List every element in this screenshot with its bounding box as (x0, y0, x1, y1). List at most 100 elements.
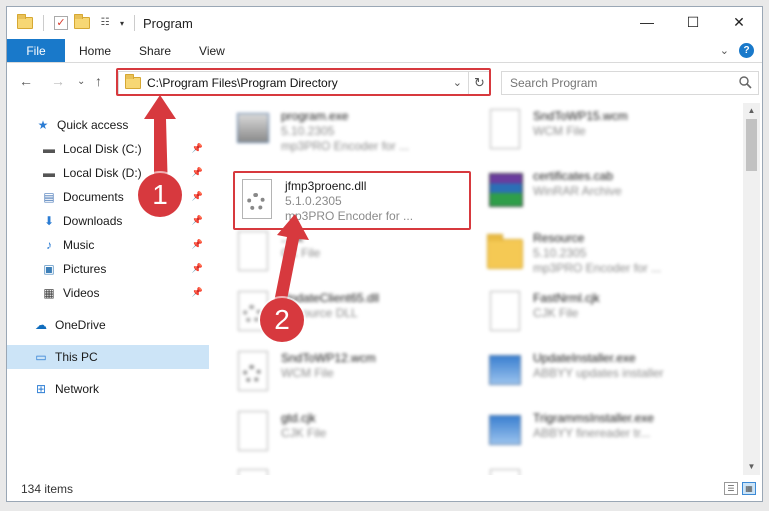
up-arrow-icon[interactable]: ↑ (95, 73, 102, 89)
onedrive-icon: ☁ (35, 318, 47, 332)
file-item[interactable]: UpdateInstaller.exe ABBYY updates install… (483, 347, 723, 401)
winrar-icon (487, 169, 523, 213)
file-item[interactable]: gtd.cjk CJK File (231, 407, 471, 461)
music-icon: ♪ (46, 238, 52, 252)
search-box[interactable] (501, 71, 759, 95)
pc-icon: ▭ (35, 350, 47, 364)
vertical-scrollbar[interactable]: ▲ ▼ (743, 103, 760, 475)
status-bar: 134 items ☰ ▦ (7, 477, 762, 501)
tab-file[interactable]: File (7, 39, 65, 62)
pin-icon[interactable]: 📌 (192, 239, 203, 250)
file-name: Resource (533, 231, 585, 245)
window-title: Program (143, 15, 193, 31)
file-icon (487, 109, 523, 153)
quick-access-toolbar: ✓ ☷ ▾ (7, 7, 139, 39)
star-icon: ★ (37, 118, 49, 132)
tab-view[interactable]: View (185, 39, 239, 62)
file-detail: WCM File (533, 124, 586, 138)
nav-item-label: Videos (63, 286, 100, 300)
gear-file-icon (235, 351, 271, 395)
scrollbar-thumb[interactable] (746, 119, 757, 171)
step-1-badge: 1 (138, 173, 182, 217)
recent-locations-chevron-icon[interactable]: ⌄ (77, 76, 85, 87)
file-detail: ABBYY finereader tr... (533, 426, 651, 440)
ribbon-tabs: File Home Share View ⌄ ? (7, 39, 762, 63)
window-controls: — ☐ ✕ (624, 7, 762, 37)
tab-share[interactable]: Share (125, 39, 185, 62)
properties-check-icon[interactable]: ✓ (54, 16, 68, 30)
exe-icon (235, 109, 271, 153)
pin-icon[interactable]: 📌 (192, 167, 203, 178)
nav-item-videos[interactable]: ▦ Videos 📌 (7, 281, 209, 305)
pin-icon[interactable]: 📌 (192, 215, 203, 226)
help-icon[interactable]: ? (739, 43, 754, 58)
scroll-down-icon[interactable]: ▼ (743, 459, 760, 475)
file-item[interactable]: certificates.cab WinRAR Archive (483, 165, 723, 219)
drive-icon: ▬ (43, 166, 55, 180)
forward-arrow-icon[interactable]: → (51, 73, 65, 89)
network-icon: ⊞ (35, 382, 47, 396)
nav-item-network[interactable]: ⊞ Network (7, 377, 209, 401)
drive-icon: ▬ (43, 142, 55, 156)
file-name: SndToWP12.wcm (281, 351, 376, 365)
nav-item-pictures[interactable]: ▣ Pictures 📌 (7, 257, 209, 281)
file-name: UpdateInstaller.exe (533, 351, 636, 365)
file-item[interactable]: TrigrammsInstaller.exe ABBYY finereader t… (483, 407, 723, 461)
nav-item-downloads[interactable]: ⬇ Downloads 📌 (7, 209, 209, 233)
search-icon[interactable] (738, 75, 752, 89)
file-item[interactable]: program.exe 5.10.2305 mp3PRO Encoder for .… (231, 105, 471, 159)
file-icon (487, 469, 523, 475)
tab-home[interactable]: Home (65, 39, 125, 62)
address-highlight-box (116, 68, 491, 96)
file-detail: CJK File (281, 426, 327, 440)
file-name: TrigrammsInstaller.exe (533, 411, 654, 425)
nav-item-label: Local Disk (C:) (63, 142, 142, 156)
details-view-icon[interactable]: ☰ (724, 482, 738, 495)
nav-item-this-pc[interactable]: ▭ This PC (7, 345, 209, 369)
back-arrow-icon[interactable]: ← (19, 73, 33, 89)
nav-item-label: Local Disk (D:) (63, 166, 142, 180)
minimize-button[interactable]: — (624, 7, 670, 37)
nav-item-label: OneDrive (55, 318, 106, 332)
pin-icon[interactable]: 📌 (192, 287, 203, 298)
customize-toolbar-dropdown-icon[interactable]: ▾ (120, 19, 124, 28)
file-item[interactable] (231, 465, 471, 475)
file-name: certificates.cab (533, 169, 614, 183)
documents-icon: ▤ (43, 190, 55, 204)
pin-icon[interactable]: 📌 (192, 263, 203, 274)
file-name: gtd.cjk (281, 411, 316, 425)
file-item[interactable]: Resource 5.10.2305 mp3PRO Encoder for ... (483, 227, 723, 281)
file-item[interactable]: SndToWP12.wcm WCM File (231, 347, 471, 401)
file-item[interactable] (483, 465, 723, 475)
close-button[interactable]: ✕ (716, 7, 762, 37)
tiles-view-icon[interactable]: ▦ (742, 482, 756, 495)
file-item[interactable]: FastNrml.cjk CJK File (483, 287, 723, 341)
item-count: 134 items (21, 482, 74, 496)
properties-icon[interactable]: ☷ (96, 16, 114, 30)
nav-item-label: Quick access (57, 118, 129, 132)
file-detail: mp3PRO Encoder for ... (281, 139, 410, 153)
file-detail: 5.10.2305 (533, 246, 587, 260)
file-detail: WinRAR Archive (533, 184, 622, 198)
scroll-up-icon[interactable]: ▲ (743, 103, 760, 119)
pin-icon[interactable]: 📌 (192, 191, 203, 202)
title-bar: ✓ ☷ ▾ Program — ☐ ✕ (7, 7, 762, 39)
search-input[interactable] (502, 72, 722, 94)
nav-item-onedrive[interactable]: ☁ OneDrive (7, 313, 209, 337)
nav-item-label: Documents (63, 190, 124, 204)
expand-ribbon-chevron-icon[interactable]: ⌄ (720, 44, 729, 57)
ribbon-right: ⌄ ? (720, 43, 754, 58)
nav-item-label: Downloads (63, 214, 123, 228)
file-icon (487, 291, 523, 335)
nav-item-label: Pictures (63, 262, 107, 276)
pin-icon[interactable]: 📌 (192, 143, 203, 154)
nav-item-music[interactable]: ♪ Music 📌 (7, 233, 209, 257)
maximize-button[interactable]: ☐ (670, 7, 716, 37)
file-name: program.exe (281, 109, 349, 123)
file-icon (235, 411, 271, 455)
new-folder-icon[interactable] (74, 14, 90, 29)
view-switcher: ☰ ▦ (724, 482, 756, 495)
explorer-window: ✓ ☷ ▾ Program — ☐ ✕ File Home Share View… (6, 6, 763, 502)
file-item[interactable]: SndToWP15.wcm WCM File (483, 105, 723, 159)
folder-icon (487, 231, 523, 275)
